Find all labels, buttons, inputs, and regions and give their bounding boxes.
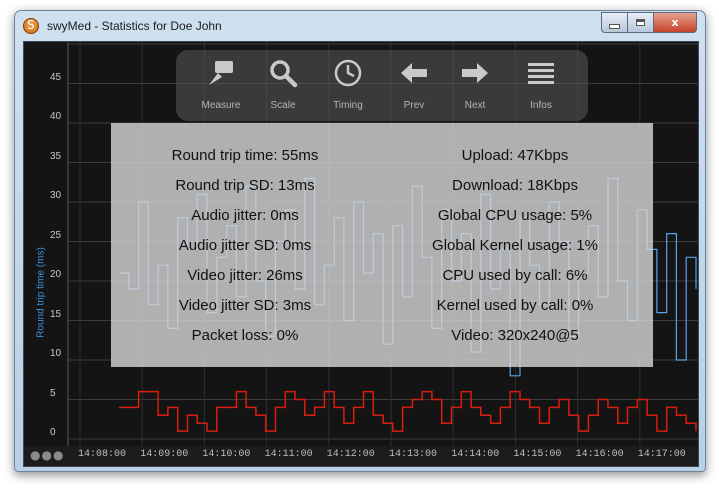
graph-toolbar: Measure Scale Timing Prev Next Infos <box>176 50 588 121</box>
scale-button[interactable]: Scale <box>248 50 318 121</box>
next-button[interactable]: Next <box>440 50 510 121</box>
y-tick-label: 0 <box>50 427 56 438</box>
x-tick-label: 14:13:00 <box>389 449 438 460</box>
x-tick-label: 14:17:00 <box>637 449 686 460</box>
x-tick-label: 14:12:00 <box>326 449 375 460</box>
y-tick-label: 15 <box>50 308 62 320</box>
x-tick-label: 14:08:00 <box>78 449 127 460</box>
video-jitter-sd-stat: Video jitter SD: 3ms <box>178 297 312 314</box>
statistics-graph-area[interactable]: 0 5 10 15 20 25 30 35 40 45 50 Round trip time (ms… <box>23 41 699 467</box>
download-stat: Download: 18Kbps <box>452 177 578 194</box>
measure-icon <box>209 61 233 85</box>
y-tick-label: 5 <box>50 387 56 399</box>
x-tick-label: 14:11:00 <box>264 449 313 460</box>
time-axis: ●●● 14:08:00 14:09:00 14:10:00 14:11:00 14:1… <box>24 446 698 466</box>
packet-loss-stat: Packet loss: 0% <box>191 327 299 344</box>
title-bar[interactable]: swyMed - Statistics for Doe John x <box>15 11 705 41</box>
more-dots-icon[interactable]: ●●● <box>30 448 64 462</box>
y-tick-label: 45 <box>50 71 62 83</box>
audio-jitter-sd-stat: Audio jitter SD: 0ms <box>178 237 312 254</box>
global-kernel-stat: Global Kernel usage: 1% <box>432 237 598 254</box>
audio-jitter-stat: Audio jitter: 0ms <box>191 207 299 224</box>
y-tick-label: 35 <box>50 150 62 162</box>
app-window: swyMed - Statistics for Doe John x 0 5 10 1… <box>14 10 706 472</box>
list-icon <box>528 63 554 84</box>
timing-label: Timing <box>333 100 363 111</box>
maximize-icon <box>636 19 645 26</box>
measure-label: Measure <box>201 100 241 111</box>
video-format-stat: Video: 320x240@5 <box>451 327 579 344</box>
minimize-button[interactable] <box>601 12 628 33</box>
infos-button[interactable]: Infos <box>506 50 576 121</box>
measure-button[interactable]: Measure <box>186 50 256 121</box>
maximize-button[interactable] <box>628 12 654 33</box>
arrow-left-icon <box>401 63 427 83</box>
y-tick-label: 50 <box>50 42 61 43</box>
x-tick-label: 14:16:00 <box>575 449 624 460</box>
window-title: swyMed - Statistics for Doe John <box>47 19 222 33</box>
round-trip-time-stat: Round trip time: 55ms <box>171 147 319 164</box>
arrow-right-icon <box>462 63 488 83</box>
timing-button[interactable]: Timing <box>313 50 383 121</box>
x-tick-label: 14:09:00 <box>140 449 189 460</box>
prev-label: Prev <box>403 100 425 111</box>
kernel-by-call-stat: Kernel used by call: 0% <box>436 297 594 314</box>
x-tick-label: 14:10:00 <box>202 449 251 460</box>
minimize-icon <box>609 23 620 29</box>
upload-stat: Upload: 47Kbps <box>461 147 569 164</box>
infos-label: Infos <box>530 100 552 111</box>
swymed-logo-icon[interactable] <box>23 18 39 34</box>
y-tick-label: 10 <box>50 348 62 359</box>
y-axis-title: Round trip time (ms) <box>35 247 47 338</box>
global-cpu-stat: Global CPU usage: 5% <box>437 207 593 224</box>
y-tick-label: 25 <box>50 229 62 241</box>
video-jitter-stat: Video jitter: 26ms <box>187 267 303 284</box>
round-trip-sd-stat: Round trip SD: 13ms <box>175 177 315 194</box>
window-controls: x <box>601 12 697 33</box>
magnifier-icon <box>270 60 298 88</box>
x-tick-label: 14:15:00 <box>513 449 562 460</box>
close-icon: x <box>671 16 679 29</box>
y-tick-label: 30 <box>50 190 62 201</box>
secondary-line <box>119 390 697 432</box>
scale-label: Scale <box>270 100 296 111</box>
call-statistics-panel: Round trip time: 55ms Round trip SD: 13m… <box>111 123 653 367</box>
x-tick-label: 14:14:00 <box>451 449 500 460</box>
clock-icon <box>334 59 362 87</box>
y-tick-label: 20 <box>50 269 62 280</box>
y-tick-label: 40 <box>50 111 62 122</box>
next-label: Next <box>464 100 486 111</box>
close-button[interactable]: x <box>654 12 697 33</box>
cpu-by-call-stat: CPU used by call: 6% <box>442 267 588 284</box>
prev-button[interactable]: Prev <box>379 50 449 121</box>
